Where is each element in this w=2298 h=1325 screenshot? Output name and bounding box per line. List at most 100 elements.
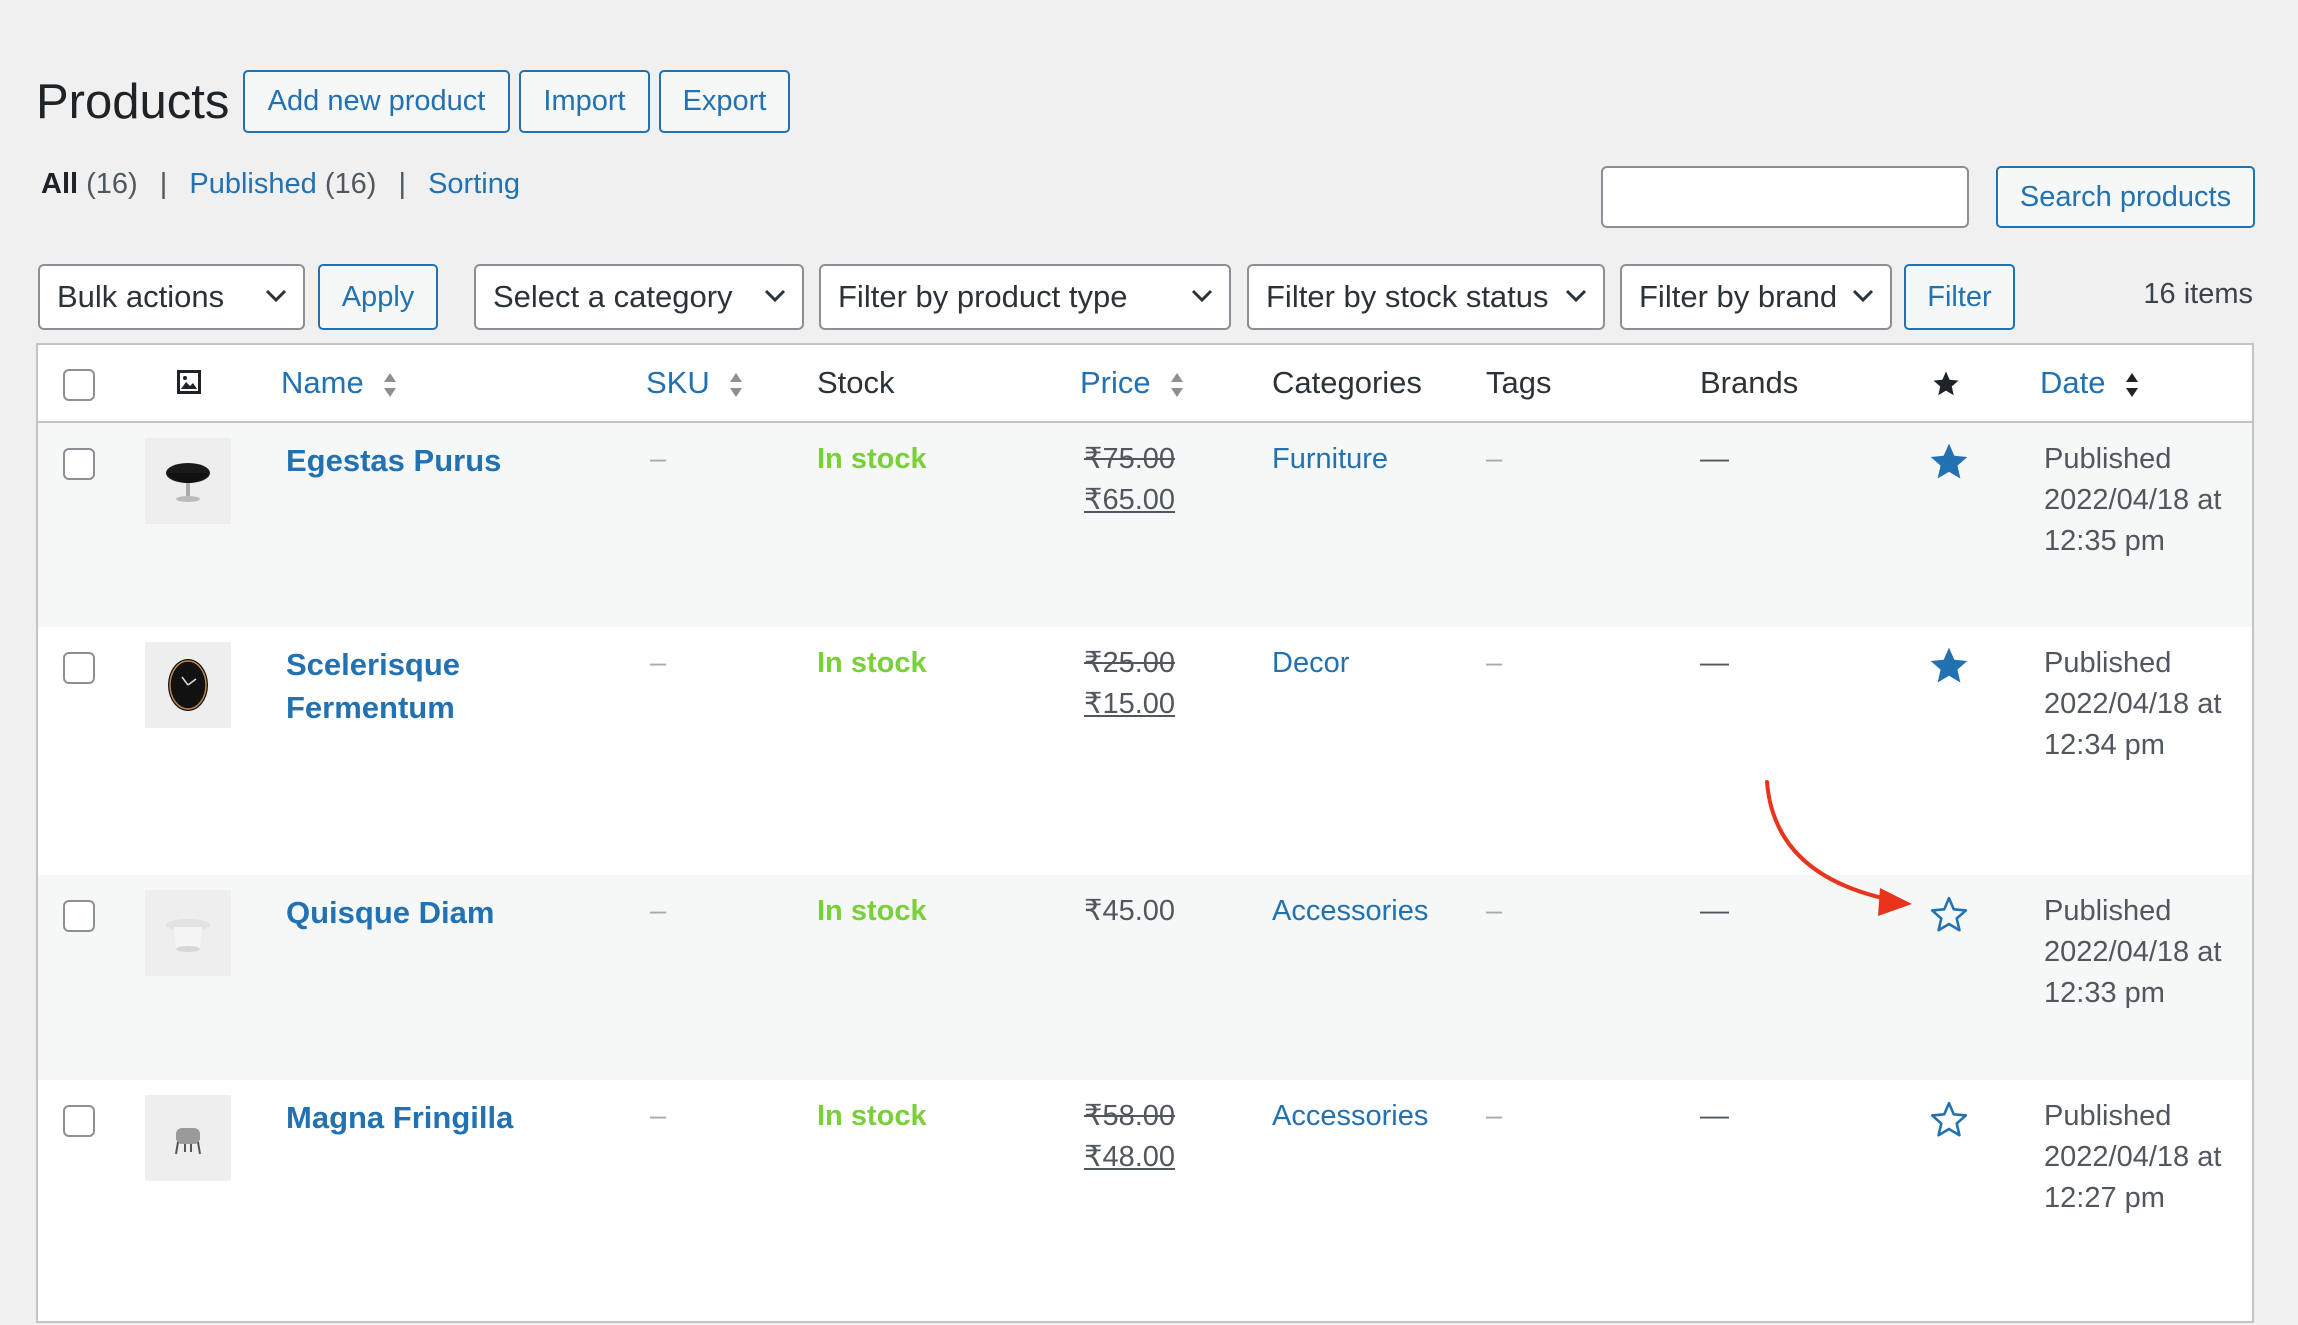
star-outline-icon[interactable] xyxy=(1927,1098,1971,1142)
view-separator: | xyxy=(398,168,406,200)
category-link[interactable]: Accessories xyxy=(1272,1096,1428,1137)
sku-value: – xyxy=(650,647,667,679)
column-name[interactable]: Name xyxy=(281,365,398,401)
date-value: 2022/04/18 at xyxy=(2044,484,2222,516)
date-status: Published xyxy=(2044,443,2172,475)
table-header: Name SKU Stock Price Categories Tags Bra… xyxy=(38,345,2252,423)
tags-value: – xyxy=(1486,895,1503,927)
product-name-link[interactable]: Egestas Purus xyxy=(286,439,546,482)
tags-value: – xyxy=(1486,443,1503,475)
product-thumbnail[interactable] xyxy=(145,890,231,976)
page-title: Products xyxy=(36,75,230,129)
star-filled-icon[interactable] xyxy=(1927,440,1971,484)
column-date-label: Date xyxy=(2040,365,2106,400)
brand-select[interactable]: Filter by brand xyxy=(1620,264,1892,330)
date-time: 12:27 pm xyxy=(2044,1182,2165,1214)
column-sku-label: SKU xyxy=(646,365,710,400)
export-button[interactable]: Export xyxy=(659,70,790,133)
product-name-link[interactable]: Magna Fringilla xyxy=(286,1096,546,1139)
products-table: Name SKU Stock Price Categories Tags Bra… xyxy=(36,343,2254,1323)
product-name-line: Egestas Purus xyxy=(286,443,502,478)
product-name-link[interactable]: Scelerisque Fermentum xyxy=(286,643,546,729)
chevron-down-icon xyxy=(1565,289,1587,303)
date-time: 12:34 pm xyxy=(2044,729,2165,761)
product-thumbnail[interactable] xyxy=(145,1095,231,1181)
column-sku[interactable]: SKU xyxy=(646,365,744,401)
star-filled-icon[interactable] xyxy=(1927,644,1971,688)
sku-value: – xyxy=(650,443,667,475)
chevron-down-icon xyxy=(1852,289,1874,303)
category-link[interactable]: Furniture xyxy=(1272,439,1388,480)
column-stock: Stock xyxy=(817,365,895,400)
price-cell: ₹58.00 ₹48.00 xyxy=(1084,1096,1175,1178)
chevron-down-icon xyxy=(1191,289,1213,303)
price-sale: ₹48.00 xyxy=(1084,1141,1176,1173)
price-regular: ₹75.00 xyxy=(1084,443,1176,475)
stock-status: In stock xyxy=(817,647,927,679)
row-checkbox[interactable] xyxy=(63,1105,95,1137)
product-thumbnail[interactable] xyxy=(145,438,231,524)
row-checkbox[interactable] xyxy=(63,900,95,932)
price-value: ₹45.00 xyxy=(1084,895,1176,927)
stock-status-select-value: Filter by stock status xyxy=(1266,279,1549,314)
price-sale: ₹15.00 xyxy=(1084,688,1176,720)
column-brands: Brands xyxy=(1700,365,1799,400)
category-select[interactable]: Select a category xyxy=(474,264,804,330)
search-input[interactable] xyxy=(1601,166,1969,228)
view-published-link[interactable]: Published xyxy=(189,168,316,200)
price-cell: ₹75.00 ₹65.00 xyxy=(1084,439,1175,521)
price-regular: ₹25.00 xyxy=(1084,647,1176,679)
bulk-actions-value: Bulk actions xyxy=(57,279,225,314)
column-categories: Categories xyxy=(1272,365,1422,400)
import-button[interactable]: Import xyxy=(519,70,650,133)
row-checkbox[interactable] xyxy=(63,652,95,684)
search-products-button[interactable]: Search products xyxy=(1996,166,2255,228)
date-value: 2022/04/18 at xyxy=(2044,1141,2222,1173)
filter-button[interactable]: Filter xyxy=(1904,264,2015,330)
stock-status-select[interactable]: Filter by stock status xyxy=(1247,264,1605,330)
sort-arrows-icon xyxy=(384,372,397,397)
date-status: Published xyxy=(2044,647,2172,679)
view-separator: | xyxy=(159,168,168,200)
tags-value: – xyxy=(1486,1100,1503,1132)
star-outline-icon[interactable] xyxy=(1927,893,1971,937)
date-cell: Published 2022/04/18 at 12:35 pm xyxy=(2044,439,2221,562)
product-name-line: Fermentum xyxy=(286,690,455,725)
product-name-line: Scelerisque xyxy=(286,647,461,682)
star-icon[interactable] xyxy=(1931,369,1961,399)
category-link[interactable]: Decor xyxy=(1272,643,1349,684)
red-curved-arrow-icon xyxy=(1765,780,1912,916)
date-value: 2022/04/18 at xyxy=(2044,936,2222,968)
view-sorting-link[interactable]: Sorting xyxy=(428,168,520,200)
bulk-actions-select[interactable]: Bulk actions xyxy=(38,264,305,330)
price-cell: ₹25.00 ₹15.00 xyxy=(1084,643,1175,725)
column-date[interactable]: Date xyxy=(2040,365,2140,401)
product-thumbnail[interactable] xyxy=(145,642,231,728)
brands-value: — xyxy=(1700,1100,1729,1132)
column-name-label: Name xyxy=(281,365,364,400)
tags-value: – xyxy=(1486,647,1503,679)
apply-button[interactable]: Apply xyxy=(318,264,438,330)
view-all-link[interactable]: All xyxy=(41,168,78,200)
brands-value: — xyxy=(1700,895,1729,927)
select-all-checkbox[interactable] xyxy=(63,369,95,401)
add-new-product-button[interactable]: Add new product xyxy=(243,70,510,133)
product-name-link[interactable]: Quisque Diam xyxy=(286,891,546,934)
product-name-line: Magna Fringilla xyxy=(286,1100,514,1135)
row-checkbox[interactable] xyxy=(63,448,95,480)
product-type-select[interactable]: Filter by product type xyxy=(819,264,1231,330)
date-cell: Published 2022/04/18 at 12:27 pm xyxy=(2044,1096,2221,1219)
category-link[interactable]: Accessories xyxy=(1272,891,1428,932)
white-side-table-image xyxy=(166,919,210,952)
column-price-label: Price xyxy=(1080,365,1151,400)
black-swivel-chair-image xyxy=(166,463,210,502)
date-status: Published xyxy=(2044,1100,2172,1132)
product-type-select-value: Filter by product type xyxy=(838,279,1128,314)
category-select-value: Select a category xyxy=(493,279,733,314)
brands-value: — xyxy=(1700,647,1729,679)
date-status: Published xyxy=(2044,895,2172,927)
view-all-count: (16) xyxy=(86,168,138,200)
view-filters: All (16) | Published (16) | Sorting xyxy=(41,168,520,201)
column-price[interactable]: Price xyxy=(1080,365,1185,401)
column-tags: Tags xyxy=(1486,365,1552,400)
